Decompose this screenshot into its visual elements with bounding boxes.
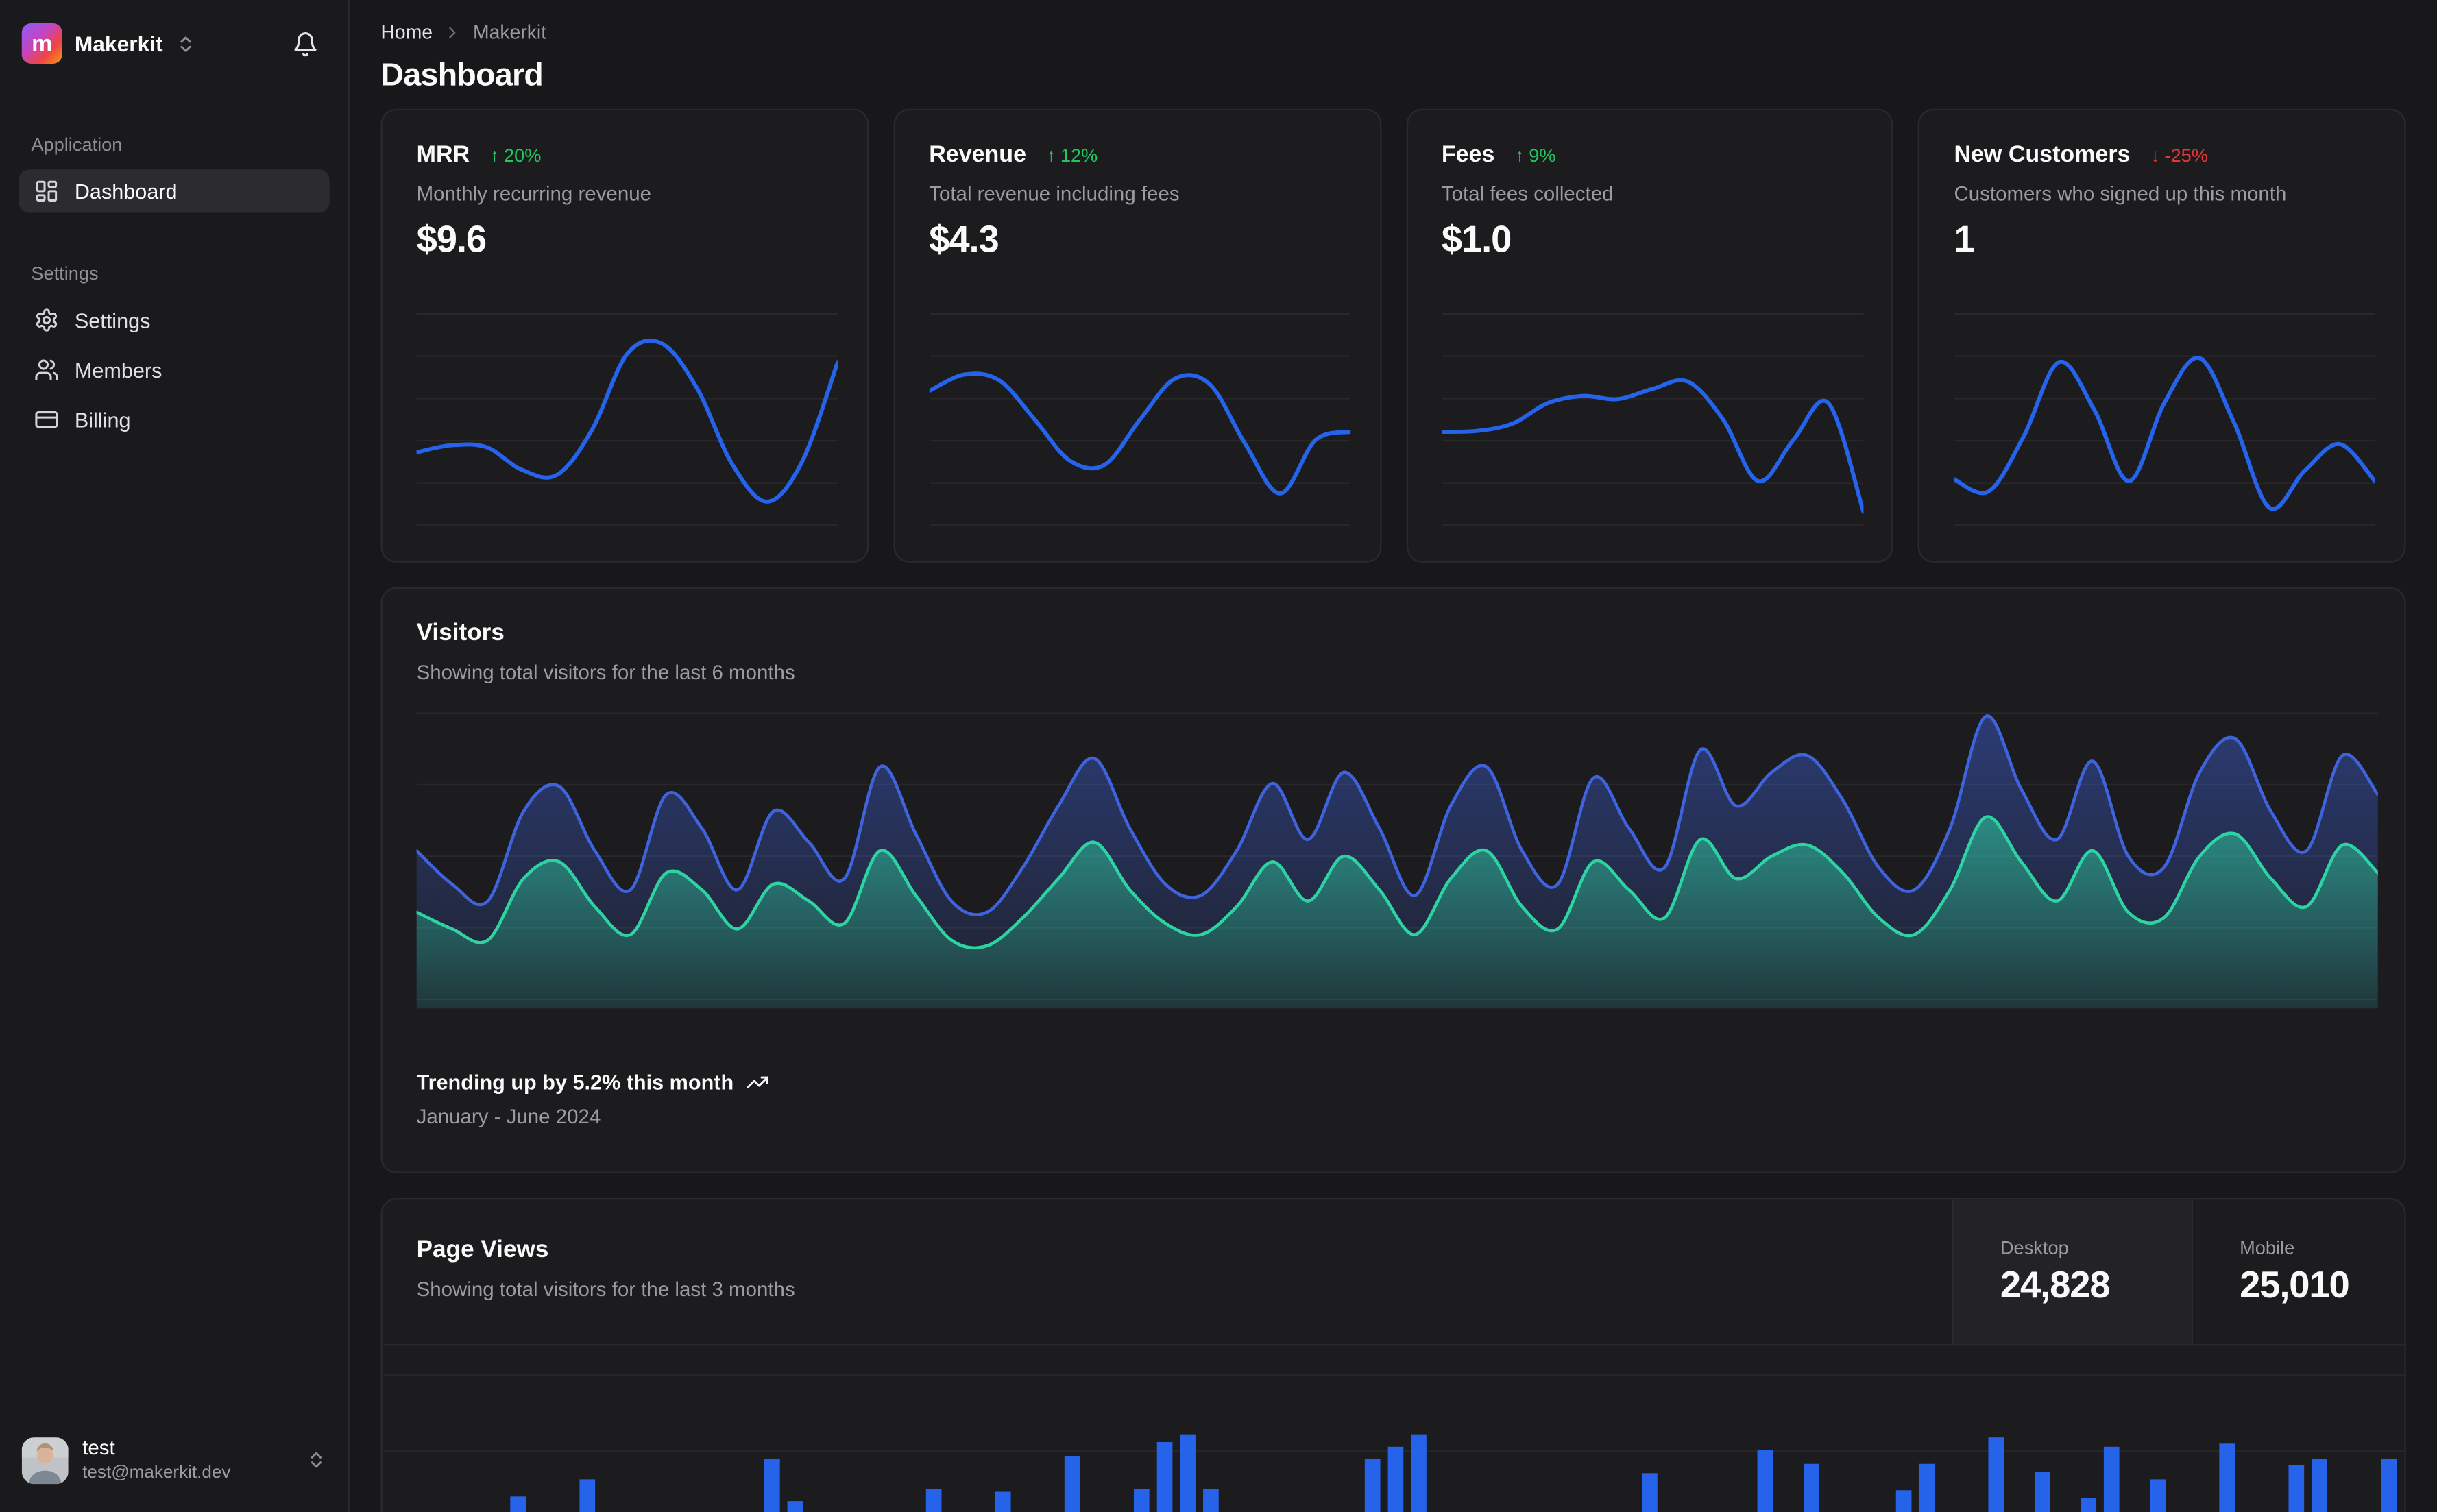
stat-title: New Customers: [1954, 141, 2131, 168]
sidebar-item-members[interactable]: Members: [19, 348, 329, 391]
stat-delta-badge: ↑ 20%: [489, 144, 542, 167]
visitors-title: Visitors: [416, 620, 505, 647]
credit-card-icon: [35, 411, 58, 428]
mobile-toggle[interactable]: Mobile 25,010: [2191, 1199, 2405, 1345]
user-name: test: [82, 1436, 115, 1460]
stat-card-fees: Fees ↑9% Total fees collected $1.0 July …: [1405, 108, 1894, 563]
desktop-toggle[interactable]: Desktop 24,828: [1952, 1199, 2192, 1345]
arrow-down-icon: ↓: [2150, 144, 2160, 167]
stat-value: $4.3: [929, 219, 999, 261]
settings-gear-icon: [36, 308, 58, 332]
nav-section-label-settings: Settings: [31, 263, 99, 284]
stat-subtitle: Total fees collected: [1441, 182, 1614, 206]
page-views-header: Page Views Showing total visitors for th…: [382, 1199, 2405, 1346]
workspace-switcher[interactable]: m Makerkit: [21, 23, 196, 64]
user-info: test test@makerkit.dev: [82, 1437, 230, 1484]
sidebar-item-label: Billing: [74, 408, 131, 432]
sidebar-item-settings[interactable]: Settings: [19, 298, 329, 341]
workspace-name: Makerkit: [74, 31, 163, 56]
makerkit-dashboard: m Makerkit Application Dashboard Setting…: [0, 0, 2437, 1512]
arrow-up-icon: ↑: [1046, 144, 1056, 167]
visitors-trend: Trending up by 5.2% this month: [417, 1071, 2371, 1094]
trending-up-icon: [747, 1076, 768, 1088]
sidebar-item-dashboard[interactable]: Dashboard: [19, 169, 330, 213]
stat-value: 1: [1954, 219, 1974, 261]
stat-title: Fees: [1441, 141, 1495, 168]
visitors-period: January - June 2024: [416, 1104, 601, 1129]
stat-value: $9.6: [416, 219, 487, 261]
stat-delta-badge: ↓ -25%: [2150, 144, 2208, 167]
notifications-button[interactable]: [283, 22, 326, 65]
stat-title: Revenue: [929, 141, 1027, 168]
chevrons-up-down-icon: [311, 1452, 322, 1468]
makerkit-logo-icon: m: [21, 23, 62, 64]
stat-card-revenue: Revenue ↑ 12% Total revenue including fee…: [893, 108, 1381, 563]
page-views-title: Page Views: [416, 1236, 549, 1264]
stat-delta-badge: ↑ 9%: [1514, 144, 1556, 167]
stat-value: $1.0: [1441, 219, 1512, 261]
mobile-value: 25,010: [2240, 1265, 2350, 1307]
bell-icon: [293, 31, 316, 56]
sidebar-nav: Application Dashboard Settings Settings …: [19, 133, 330, 448]
desktop-value: 24,828: [2000, 1265, 2111, 1307]
breadcrumb: Home Makerkit: [380, 22, 2405, 44]
desktop-label: Desktop: [2000, 1236, 2069, 1259]
stat-subtitle: Total revenue including fees: [929, 182, 1180, 206]
breadcrumb-home[interactable]: Home: [380, 22, 433, 44]
chevron-right-icon: [450, 27, 457, 38]
chevrons-up-down-icon: [180, 36, 191, 51]
stat-cards-row: MRR ↑ 20% Monthly recurring revenue $9.6 …: [380, 108, 2406, 563]
fees-sparkline-chart: [1441, 313, 1863, 526]
visitors-subtitle: Showing total visitors for the last 6 mo…: [416, 660, 795, 684]
nav-section-label-application: Application: [31, 133, 123, 156]
user-menu[interactable]: test test@makerkit.dev: [19, 1433, 329, 1487]
sidebar: m Makerkit Application Dashboard Setting…: [0, 0, 350, 1512]
visitors-card: Visitors Showing total visitors for the …: [380, 587, 2406, 1173]
mobile-label: Mobile: [2240, 1236, 2295, 1259]
mrr-sparkline-chart: [416, 313, 838, 526]
users-icon: [35, 359, 58, 380]
sidebar-item-label: Dashboard: [74, 179, 178, 203]
revenue-sparkline-chart: [929, 313, 1350, 526]
sidebar-header: m Makerkit: [19, 22, 329, 65]
sidebar-item-label: Settings: [74, 308, 151, 332]
arrow-up-icon: ↑: [1514, 144, 1525, 167]
sidebar-item-label: Members: [74, 358, 162, 382]
stat-subtitle: Monthly recurring revenue: [416, 182, 652, 206]
sidebar-item-billing[interactable]: Billing: [19, 398, 329, 441]
stat-card-mrr: MRR ↑ 20% Monthly recurring revenue $9.6 …: [380, 108, 869, 563]
stat-subtitle: Customers who signed up this month: [1954, 182, 2287, 206]
page-title: Dashboard: [380, 57, 544, 94]
stat-card-new-customers: New Customers ↓ -25% Customers who signed…: [1918, 108, 2406, 563]
main-content: Home Makerkit Dashboard MRR ↑ 20% Monthly…: [350, 0, 2437, 1512]
page-views-bar-chart: [384, 1374, 2405, 1512]
stat-delta-badge: ↑ 12%: [1046, 144, 1098, 167]
page-views-card: Page Views Showing total visitors for th…: [380, 1198, 2406, 1512]
layout-dashboard-icon: [36, 180, 58, 202]
new-customers-sparkline-chart: [1954, 313, 2375, 526]
user-email: test@makerkit.dev: [82, 1463, 231, 1483]
page-views-subtitle: Showing total visitors for the last 3 mo…: [416, 1277, 795, 1301]
arrow-up-icon: ↑: [489, 144, 500, 167]
breadcrumb-current: Makerkit: [473, 21, 547, 44]
stat-title: MRR: [416, 141, 470, 168]
visitors-area-chart: [416, 712, 2378, 1009]
avatar: [21, 1437, 69, 1484]
